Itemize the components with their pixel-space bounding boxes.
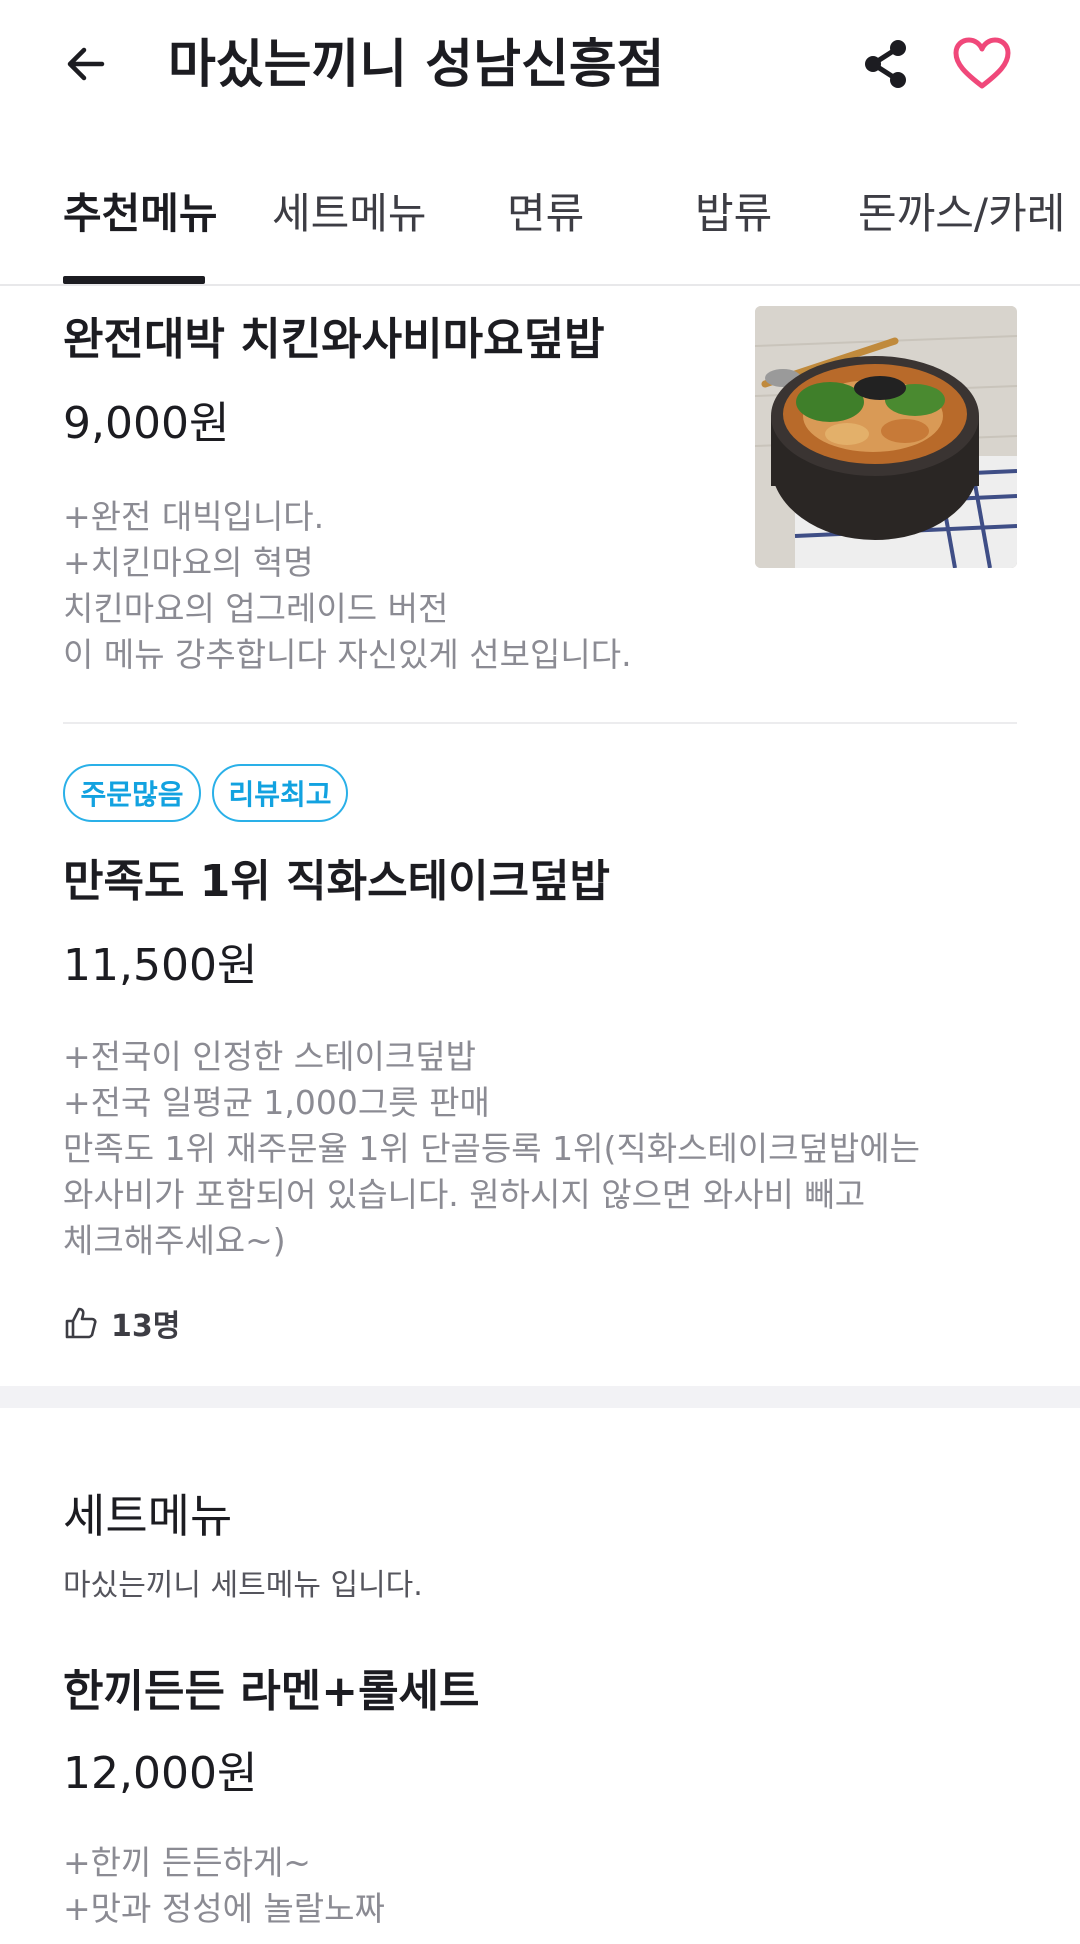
- active-tab-indicator: [63, 276, 205, 284]
- tab-recommended[interactable]: 추천메뉴: [63, 186, 218, 242]
- rice-bowl-photo: [755, 306, 1017, 568]
- app-header: 마싰는끼니 성남신흥점: [0, 0, 1080, 130]
- item-divider: [63, 722, 1017, 724]
- section-title: 세트메뉴: [63, 1489, 233, 1543]
- favorite-button[interactable]: [946, 28, 1018, 100]
- tab-noodles[interactable]: 면류: [507, 186, 584, 242]
- menu-item-description: +한끼 든든하게~ +맛과 정성에 놀랄노짜: [63, 1843, 385, 1928]
- back-button[interactable]: [50, 28, 122, 100]
- category-tabs: 추천메뉴 세트메뉴 면류 밥류 돈까스/카레: [0, 150, 1080, 286]
- back-arrow-icon: [67, 47, 105, 81]
- likes-count: 13명: [63, 1300, 180, 1346]
- menu-item-description: +전국이 인정한 스테이크덮밥 +전국 일평균 1,000그릇 판매 만족도 1…: [63, 1037, 920, 1260]
- best-review-badge: 리뷰최고: [212, 764, 348, 822]
- section-subtitle: 마싰는끼니 세트메뉴 입니다.: [63, 1568, 423, 1603]
- share-icon: [865, 40, 906, 88]
- menu-item-name[interactable]: 완전대박 치킨와사비마요덮밥: [63, 312, 605, 368]
- menu-item-image[interactable]: [755, 306, 1017, 568]
- menu-item-name[interactable]: 만족도 1위 직화스테이크덮밥: [63, 854, 610, 910]
- page-title: 마싰는끼니 성남신흥점: [168, 35, 665, 95]
- heart-icon: [953, 37, 1011, 89]
- tab-set-menu[interactable]: 세트메뉴: [272, 186, 427, 242]
- menu-item-price: 12,000원: [63, 1748, 258, 1799]
- tab-cutlet-curry[interactable]: 돈까스/카레: [858, 186, 1065, 242]
- likes-label: 13명: [111, 1309, 181, 1344]
- menu-item-price: 9,000원: [63, 398, 230, 449]
- thumbs-up-icon: [65, 1307, 97, 1339]
- popular-order-badge: 주문많음: [63, 764, 201, 822]
- menu-item-description: +완전 대빅입니다. +치킨마요의 혁명 치킨마요의 업그레이드 버전 이 메뉴…: [63, 497, 632, 674]
- tab-rice[interactable]: 밥류: [695, 186, 772, 242]
- menu-item-price: 11,500원: [63, 940, 258, 991]
- share-button[interactable]: [850, 28, 922, 100]
- menu-item-name[interactable]: 한끼든든 라멘+롤세트: [63, 1664, 480, 1720]
- section-separator: [0, 1386, 1080, 1408]
